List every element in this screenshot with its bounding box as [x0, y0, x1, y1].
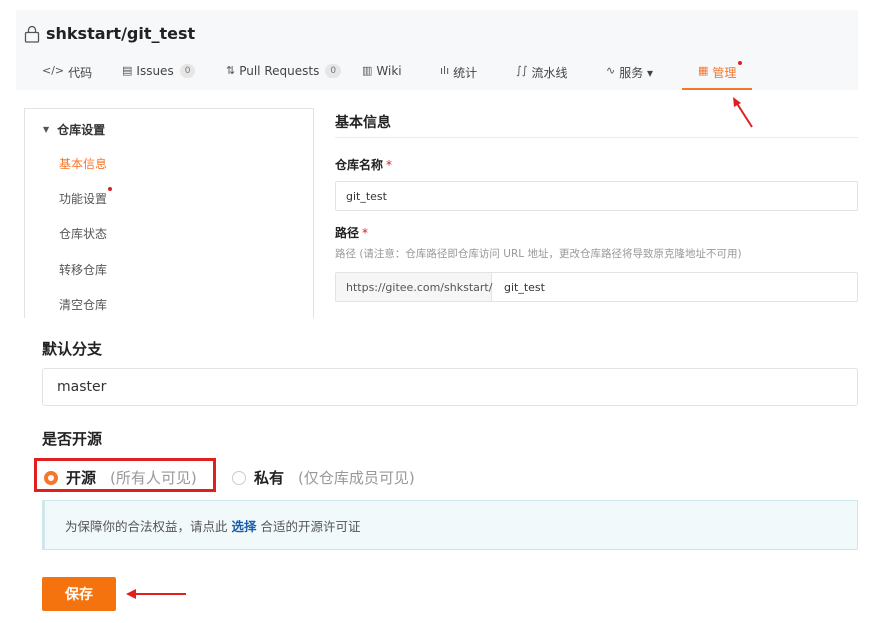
tab-issues[interactable]: ▤ Issues 0	[122, 64, 196, 90]
issues-icon: ▤	[122, 64, 133, 77]
pipeline-icon: ∫∫	[516, 64, 528, 77]
default-branch-select[interactable]: master	[42, 368, 858, 406]
private-sublabel: (仅仓库成员可见)	[298, 469, 415, 487]
sidebar-group-repo-settings[interactable]: ▼ 仓库设置	[43, 121, 105, 138]
license-notice: 为保障你的合法权益，请点此 选择 合适的开源许可证	[42, 500, 858, 550]
tab-wiki[interactable]: ▥ Wiki	[362, 64, 402, 90]
sidebar-item-basic-info[interactable]: 基本信息	[59, 155, 107, 172]
annotation-arrow-icon	[126, 589, 186, 599]
tab-label: Pull Requests	[239, 64, 320, 78]
section-divider	[335, 137, 858, 138]
tab-label: 管理	[712, 66, 737, 80]
path-input-group: https://gitee.com/shkstart/ git_test	[335, 272, 858, 302]
services-icon: ∿	[606, 64, 616, 77]
stats-icon: ılı	[440, 64, 450, 77]
repo-name-label: 仓库名称 *	[335, 156, 392, 173]
sidebar-item-features[interactable]: 功能设置	[59, 187, 113, 207]
settings-sidebar: ▼ 仓库设置 基本信息 功能设置 仓库状态 转移仓库 清空仓库	[24, 108, 314, 318]
section-title: 基本信息	[335, 115, 391, 131]
repo-name[interactable]: shkstart/git_test	[46, 24, 195, 43]
tab-label: Issues	[136, 64, 174, 78]
radio-selected-icon	[44, 470, 58, 485]
repo-name-input[interactable]: git_test	[335, 181, 858, 211]
required-mark: *	[386, 158, 393, 172]
choose-license-link[interactable]: 选择	[232, 516, 257, 535]
tab-stats[interactable]: ılı 统计	[440, 64, 477, 90]
required-mark: *	[362, 226, 369, 240]
tab-label: 统计	[453, 66, 478, 80]
notice-text-before: 为保障你的合法权益，请点此	[65, 518, 228, 534]
public-radio[interactable]: 开源 (所有人可见)	[44, 467, 197, 488]
default-branch-label: 默认分支	[42, 340, 103, 358]
code-icon: </>	[42, 64, 65, 77]
notice-text-after: 合适的开源许可证	[260, 518, 361, 534]
path-input[interactable]: git_test	[504, 273, 545, 301]
annotation-arrow-icon	[733, 97, 753, 128]
label-text: 仓库名称	[335, 158, 384, 172]
path-hint: 路径 (请注意：仓库路径即仓库访问 URL 地址，更改仓库路径将导致原克隆地址不…	[335, 248, 742, 260]
tab-code[interactable]: </> 代码	[42, 64, 92, 90]
repo-tabs: </> 代码 ▤ Issues 0 ⇅ Pull Requests 0 ▥ Wi…	[16, 60, 858, 90]
sidebar-item-clear[interactable]: 清空仓库	[59, 296, 107, 313]
tab-services[interactable]: ∿ 服务 ▾	[606, 64, 653, 90]
path-label: 路径 *	[335, 224, 368, 241]
public-label: 开源	[66, 469, 97, 487]
repo-header: shkstart/git_test </> 代码 ▤ Issues 0 ⇅ Pu…	[16, 10, 858, 90]
lock-icon	[24, 25, 40, 43]
save-button[interactable]: 保存	[42, 577, 116, 611]
zoomed-form-section: 默认分支 master 是否开源 开源 (所有人可见) 私有 (仅仓库成员可见)…	[0, 322, 874, 623]
repo-title: shkstart/git_test	[24, 24, 195, 43]
tab-manage[interactable]: ▦ 管理	[682, 61, 753, 90]
caret-down-icon: ▼	[43, 125, 50, 134]
tab-label: 代码	[68, 66, 93, 80]
manage-icon: ▦	[698, 64, 709, 77]
label-text: 路径	[335, 226, 360, 240]
open-source-label: 是否开源	[42, 430, 103, 448]
radio-unselected-icon	[232, 470, 246, 485]
tab-pull-requests[interactable]: ⇅ Pull Requests 0	[226, 64, 342, 90]
notification-dot	[108, 187, 113, 191]
sidebar-item-transfer[interactable]: 转移仓库	[59, 261, 107, 278]
pull-request-icon: ⇅	[226, 64, 236, 77]
tab-label: Wiki	[376, 64, 402, 78]
notification-dot	[738, 61, 743, 65]
sidebar-group-label: 仓库设置	[57, 123, 106, 137]
tab-label: 服务 ▾	[619, 66, 654, 80]
private-radio[interactable]: 私有 (仅仓库成员可见)	[232, 467, 415, 488]
sidebar-item-repo-status[interactable]: 仓库状态	[59, 225, 107, 242]
public-sublabel: (所有人可见)	[110, 469, 197, 487]
wiki-icon: ▥	[362, 64, 373, 77]
issues-count-badge: 0	[179, 64, 196, 78]
tab-label: 流水线	[531, 66, 568, 80]
pull-requests-count-badge: 0	[325, 64, 342, 78]
path-prefix: https://gitee.com/shkstart/	[336, 273, 492, 301]
tab-pipeline[interactable]: ∫∫ 流水线	[516, 64, 567, 90]
sidebar-item-label: 功能设置	[59, 192, 108, 206]
private-label: 私有	[254, 469, 285, 487]
